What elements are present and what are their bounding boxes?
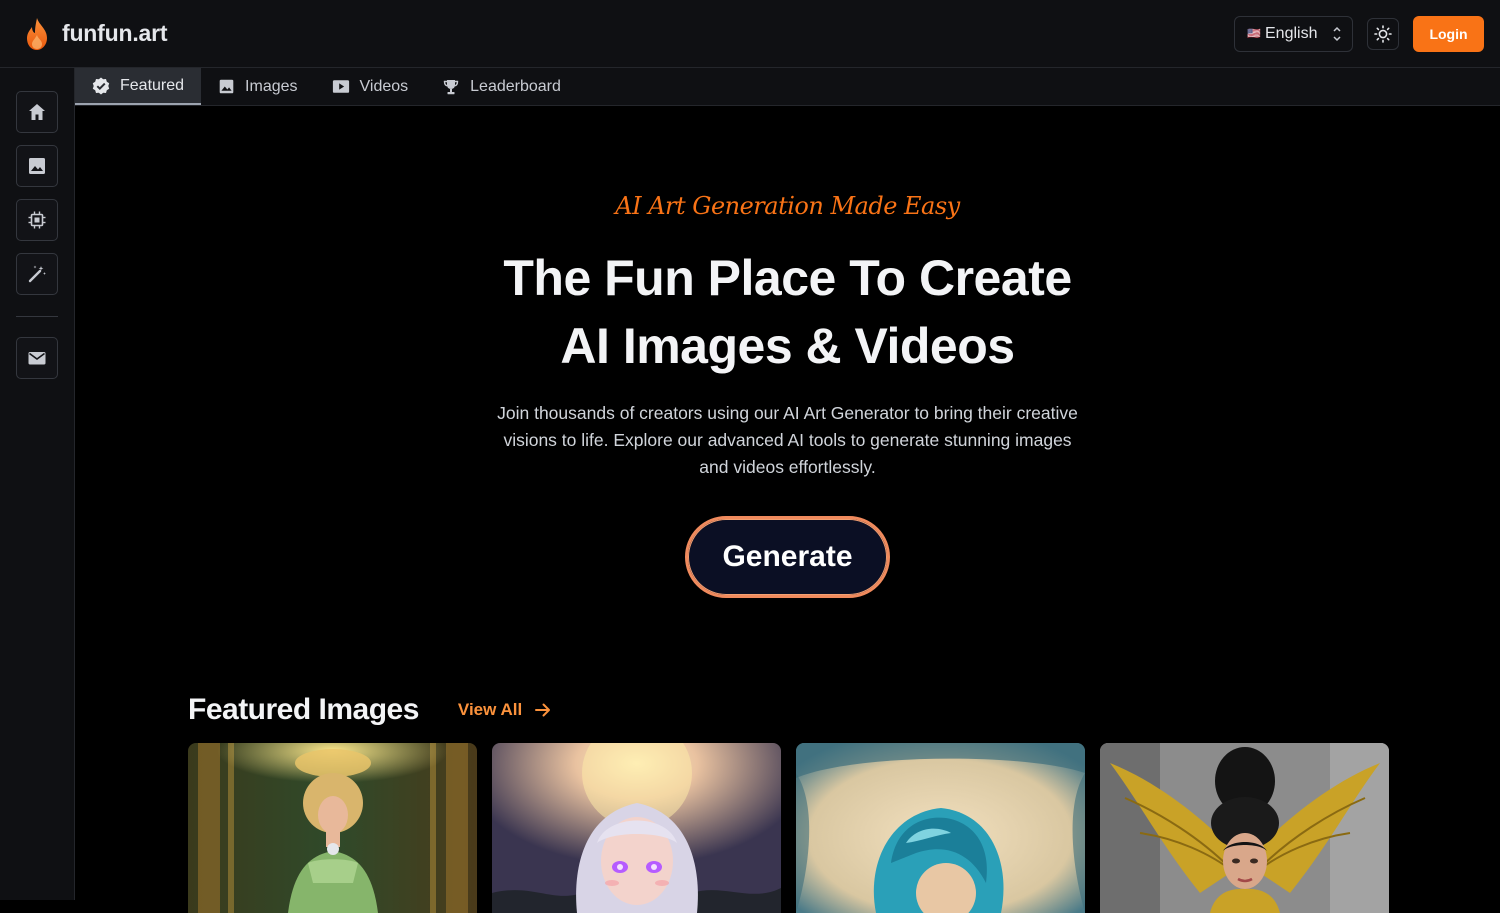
home-icon — [29, 104, 45, 120]
tab-label: Images — [245, 77, 298, 95]
featured-images-grid — [188, 743, 1389, 913]
hero-title: The Fun Place To Create AI Images & Vide… — [75, 244, 1500, 380]
tab-featured[interactable]: Featured — [75, 68, 202, 105]
brand-name: funfun.art — [62, 20, 168, 46]
hero-description: Join thousands of creators using our AI … — [497, 403, 1078, 477]
mail-icon — [28, 352, 46, 365]
sidebar-item-images[interactable] — [16, 145, 58, 187]
login-button[interactable]: Login — [1413, 15, 1484, 52]
featured-image-4 — [1100, 743, 1389, 913]
hero-section: AI Art Generation Made Easy The Fun Plac… — [75, 106, 1500, 598]
magic-wand-icon — [28, 265, 46, 283]
content-tabs: Featured Images Videos Leaderboard — [75, 68, 1500, 106]
featured-image-card[interactable] — [188, 743, 477, 913]
top-actions: 🇺🇸 English Login — [1234, 15, 1484, 52]
chip-icon — [28, 211, 46, 229]
tab-leaderboard[interactable]: Leaderboard — [425, 68, 578, 105]
sidebar-item-generate[interactable] — [16, 253, 58, 295]
featured-image-2 — [492, 743, 781, 913]
sidebar-item-home[interactable] — [16, 91, 58, 133]
brand[interactable]: funfun.art — [24, 17, 168, 51]
image-icon — [29, 158, 45, 174]
view-all-label: View All — [457, 700, 523, 719]
featured-image-card[interactable] — [1100, 743, 1389, 913]
chevron-up-down-icon — [1333, 26, 1341, 41]
verified-badge-icon — [92, 77, 110, 94]
hero-tagline: AI Art Generation Made Easy — [615, 192, 960, 220]
tab-label: Leaderboard — [470, 77, 561, 95]
video-icon — [332, 80, 349, 93]
generate-button[interactable]: Generate — [685, 516, 890, 598]
top-bar: funfun.art 🇺🇸 English Login — [0, 0, 1500, 68]
featured-image-3 — [796, 743, 1085, 913]
image-icon — [219, 79, 234, 94]
sun-icon — [1374, 24, 1392, 43]
featured-header: Featured Images View All — [188, 693, 552, 727]
featured-image-card[interactable] — [796, 743, 1085, 913]
sidebar-item-models[interactable] — [16, 199, 58, 241]
hero-title-line-1: The Fun Place To Create — [503, 250, 1072, 306]
flame-logo-icon — [27, 17, 47, 50]
featured-image-card[interactable] — [492, 743, 781, 913]
language-select[interactable]: 🇺🇸 English — [1234, 15, 1353, 52]
language-label: English — [1265, 24, 1318, 42]
featured-image-1 — [188, 743, 477, 913]
tab-images[interactable]: Images — [201, 68, 314, 105]
hero-title-line-2: AI Images & Videos — [560, 318, 1015, 374]
tab-videos[interactable]: Videos — [315, 68, 426, 105]
featured-title: Featured Images — [188, 693, 419, 726]
tab-label: Featured — [120, 76, 185, 94]
sidebar-divider — [16, 316, 58, 317]
trophy-icon — [443, 79, 459, 94]
sidebar — [0, 68, 75, 900]
sidebar-item-contact[interactable] — [16, 337, 58, 379]
theme-toggle-button[interactable] — [1367, 17, 1399, 50]
flag-icon: 🇺🇸 — [1247, 28, 1261, 40]
arrow-right-icon — [535, 703, 551, 717]
view-all-link[interactable]: View All — [458, 700, 552, 720]
tab-label: Videos — [359, 77, 409, 95]
